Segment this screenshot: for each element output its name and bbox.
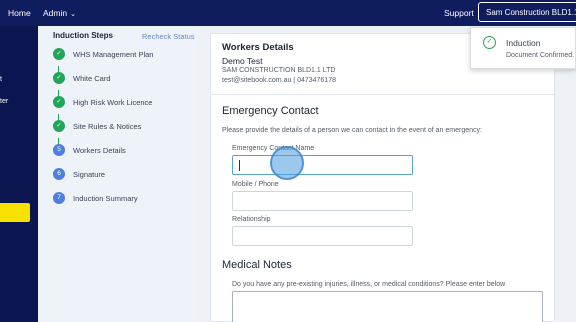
step-label: Site Rules & Notices	[73, 122, 142, 131]
medical-notes-textarea[interactable]	[232, 291, 543, 322]
check-icon: ✓	[53, 72, 65, 84]
chevron-down-icon: ⌄	[70, 11, 76, 18]
worker-company: SAM CONSTRUCTION BLD1.1 LTD	[222, 67, 336, 74]
page-title: Workers Details	[222, 42, 294, 53]
nav-home-link[interactable]: Home	[8, 8, 31, 18]
sidebar-item-fragment[interactable]: t	[0, 76, 2, 83]
induction-steps-panel: Induction Steps Recheck Status ✓ WHS Man…	[38, 26, 198, 322]
step-label: Workers Details	[73, 146, 126, 155]
workers-details-form: Workers Details Demo Test SAM CONSTRUCTI…	[210, 33, 556, 322]
toast-title: Induction	[506, 38, 541, 48]
toast-notification: ✓ Induction Document Confirmed.	[470, 27, 576, 69]
recheck-status-link[interactable]: Recheck Status	[142, 32, 195, 41]
step-label: White Card	[73, 74, 111, 83]
check-icon: ✓	[53, 48, 65, 60]
mobile-phone-label: Mobile / Phone	[232, 181, 279, 188]
medical-notes-question: Do you have any pre-existing injuries, i…	[232, 281, 506, 288]
organization-selector[interactable]: Sam Construction BLD1.1 T	[478, 2, 576, 22]
relationship-input[interactable]	[232, 226, 413, 246]
sidebar-item-fragment[interactable]: ter	[0, 98, 8, 105]
nav-admin-label: Admin	[43, 8, 68, 18]
top-navigation-bar: Home Admin ⌄ Support Sam Construction BLD…	[0, 0, 576, 26]
step-number-badge: 6	[53, 168, 65, 180]
mobile-phone-input[interactable]	[232, 191, 413, 211]
emergency-contact-heading: Emergency Contact	[222, 105, 319, 117]
relationship-label: Relationship	[232, 216, 271, 223]
step-label: WHS Management Plan	[73, 50, 154, 59]
check-icon: ✓	[53, 96, 65, 108]
worker-contact: test@sitebook.com.au | 0473476178	[222, 77, 336, 84]
left-navigation-sidebar: t ter	[0, 26, 38, 322]
nav-support-link[interactable]: Support	[444, 8, 474, 18]
toast-message: Document Confirmed.	[506, 52, 575, 59]
step-number-badge: 7	[53, 192, 65, 204]
step-label: High Risk Work Licence	[73, 98, 153, 107]
nav-admin-menu[interactable]: Admin ⌄	[43, 8, 76, 18]
emergency-contact-name-label: Emergency Contact Name	[232, 145, 315, 152]
text-cursor	[239, 160, 240, 171]
step-label: Induction Summary	[73, 194, 138, 203]
step-number-badge: 5	[53, 144, 65, 156]
worker-name: Demo Test	[222, 56, 263, 66]
check-icon: ✓	[53, 120, 65, 132]
medical-notes-heading: Medical Notes	[222, 259, 292, 271]
sidebar-active-item-highlight[interactable]	[0, 203, 30, 222]
check-circle-icon: ✓	[483, 36, 496, 49]
emergency-contact-name-input[interactable]	[232, 155, 413, 175]
step-label: Signature	[73, 170, 106, 179]
click-indicator	[270, 146, 304, 180]
induction-steps-title: Induction Steps	[53, 31, 113, 40]
emergency-contact-description: Please provide the details of a person w…	[222, 127, 482, 134]
